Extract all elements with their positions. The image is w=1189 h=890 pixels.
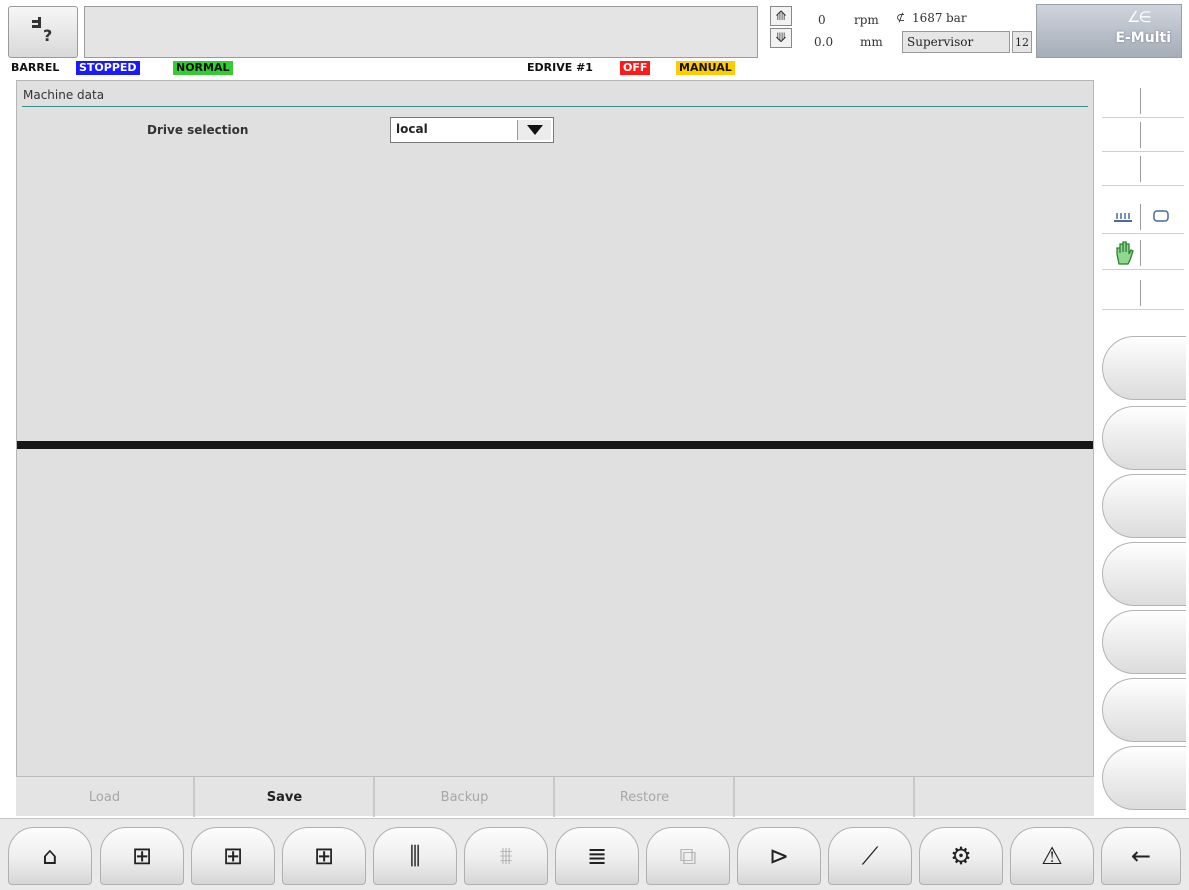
backup-button[interactable]: Backup [376,777,555,817]
softkey-button-2[interactable] [1102,406,1186,470]
heating-chart-icon: ⩩ [499,842,513,870]
nozzle-icon [1152,208,1172,227]
nav-temperature-zones-button[interactable]: ⫼ [373,827,457,885]
graph-icon: ⟋ [861,842,879,870]
help-button[interactable]: ? [8,6,78,58]
screw-position-value: 0.0 [814,35,834,49]
hand-manual-icon [1112,240,1136,270]
edrive-mode-badge: MANUAL [676,61,735,75]
logo-mark-icon: ∠∈ [1127,8,1151,26]
barrel-label: BARREL [11,61,60,74]
load-button[interactable]: Load [16,777,195,817]
sidebar-status-slot [1102,84,1184,118]
empty-action-slot [736,777,915,817]
restore-button[interactable]: Restore [556,777,735,817]
sidebar-status-slot [1102,118,1184,152]
nav-injection-screw-button[interactable]: ⊞ [282,827,366,885]
sidebar-status-slot [1102,200,1184,234]
message-bar [84,6,758,58]
manual-help-icon: ? [29,16,57,48]
pressure-icon: ⊄ [896,11,906,24]
panel-splitter[interactable] [17,441,1093,449]
machine-data-panel: Machine data Drive selection local [16,80,1094,816]
injection-screw-icon: ⊞ [313,842,335,870]
softkey-button-1[interactable] [1102,336,1186,400]
softkey-button-5[interactable] [1102,610,1186,674]
nav-settings-button[interactable]: ⚙ [919,827,1003,885]
bottom-navigation: ⌂ ⊞ ⊞ ⊞ ⫼ ⩩ ≣ ⧉ ⊳ ⟋ ⚙ ⚠ ← [0,818,1189,890]
screw-speed-unit: rpm [854,13,879,27]
alarm-warning-icon: ⚠ [1041,842,1063,870]
brand-logo: ∠∈ E-Multi [1036,4,1182,58]
list-icon: ≣ [586,842,608,870]
barrel-state-badge: STOPPED [76,61,140,75]
screw-speed-value: 0 [818,13,826,27]
home-icon: ⌂ [42,842,58,870]
action-bar: Load Save Backup Restore [16,776,1095,817]
back-arrow-icon: ← [1130,842,1152,870]
nav-home-button[interactable]: ⌂ [8,827,92,885]
nav-robot-button[interactable]: ⧉ [646,827,730,885]
edrive-label: EDRIVE #1 [527,61,593,74]
user-level-field[interactable]: Supervisor [902,31,1010,53]
nozzle-valve-icon: ⊳ [768,842,790,870]
softkey-button-4[interactable] [1102,542,1186,606]
drive-selection-label: Drive selection [147,123,249,137]
screw-position-unit: mm [860,35,883,49]
pressure-value: 1687 [912,11,943,25]
barrel-mode-badge: NORMAL [173,61,233,75]
screw-rotation-icon: ⟰ [770,6,792,26]
temperature-zones-icon: ⫼ [409,842,421,870]
pressure-unit: bar [946,11,967,25]
empty-action-slot [916,777,1095,817]
screw-position-icon: ⟱ [770,28,792,48]
settings-gears-icon: ⚙ [950,842,972,870]
user-number-field: 12 [1012,31,1032,53]
nav-back-button[interactable]: ← [1101,827,1181,885]
softkey-button-3[interactable] [1102,474,1186,538]
section-title: Machine data [23,88,105,102]
softkey-button-7[interactable] [1102,746,1186,810]
drive-selection-value: local [396,122,428,136]
nav-alarm-button[interactable]: ⚠ [1010,827,1094,885]
nav-list-button[interactable]: ≣ [555,827,639,885]
nav-barrel-heating-button[interactable]: ⊞ [191,827,275,885]
sidebar-status-slot [1102,236,1184,270]
svg-text:?: ? [43,26,52,43]
edrive-state-badge: OFF [620,61,651,75]
sidebar-status-slot [1102,276,1184,310]
drive-selection-dropdown[interactable]: local [390,117,554,143]
section-divider [22,106,1088,107]
save-button[interactable]: Save [196,777,375,817]
nav-injection-unit-button[interactable]: ⊞ [100,827,184,885]
softkey-button-6[interactable] [1102,678,1186,742]
dropdown-arrow-icon[interactable] [517,120,551,140]
nav-graph-button[interactable]: ⟋ [828,827,912,885]
nav-heating-chart-button[interactable]: ⩩ [464,827,548,885]
heater-icon [1112,208,1134,227]
robot-icon: ⧉ [679,842,697,870]
barrel-heating-icon: ⊞ [222,842,244,870]
right-sidebar [1100,80,1189,816]
nav-nozzle-valve-button[interactable]: ⊳ [737,827,821,885]
injection-unit-icon: ⊞ [131,842,153,870]
sidebar-status-slot [1102,152,1184,186]
